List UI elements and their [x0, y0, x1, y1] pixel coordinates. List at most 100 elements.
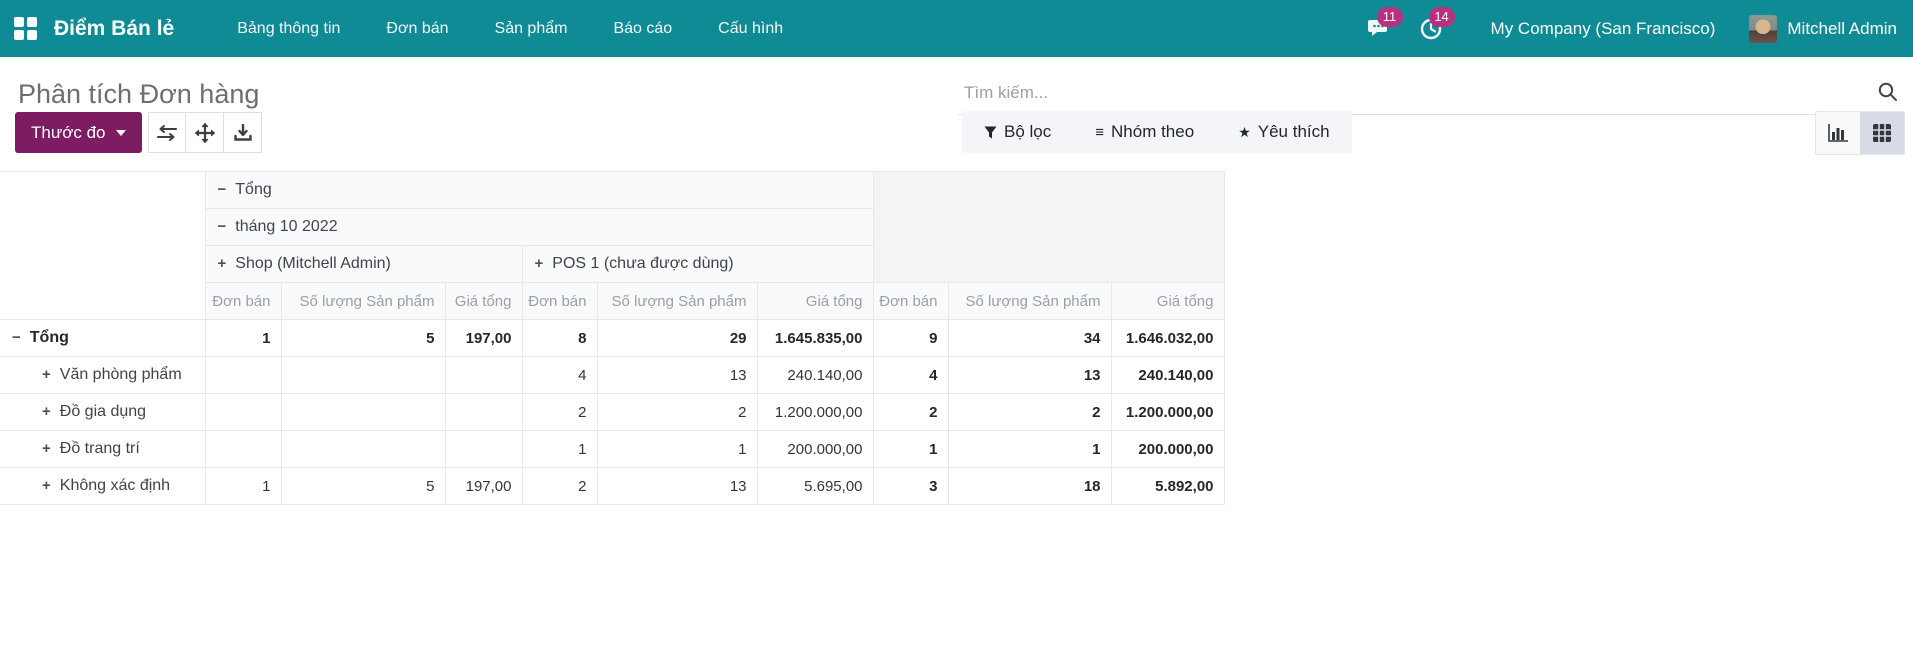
cell: 5 [280, 467, 446, 505]
cell: 29 [596, 319, 758, 357]
cell: 2 [521, 467, 598, 505]
cell [204, 393, 282, 431]
cell: 1 [872, 430, 949, 468]
apps-menu-icon[interactable] [14, 16, 38, 41]
flip-axis-button[interactable] [148, 112, 186, 153]
activities-count-badge: 14 [1428, 6, 1455, 27]
cell: 18 [947, 467, 1112, 505]
cell [280, 393, 446, 431]
menu-products[interactable]: Sản phẩm [472, 0, 591, 57]
measure-header[interactable]: Đơn bán [521, 282, 598, 320]
cell: 2 [596, 393, 758, 431]
cell: 2 [947, 393, 1112, 431]
cell: 1 [204, 467, 282, 505]
main-menu: Bảng thông tin Đơn bán Sản phẩm Báo cáo … [214, 0, 806, 57]
graph-view-button[interactable] [1816, 112, 1860, 154]
cell: 197,00 [444, 467, 523, 505]
download-xlsx-button[interactable] [224, 112, 262, 153]
measure-header[interactable]: Giá tổng [1110, 282, 1225, 320]
cell [280, 356, 446, 394]
cell: 197,00 [444, 319, 523, 357]
cell: 2 [872, 393, 949, 431]
pivot-corner-cell [0, 171, 206, 320]
cell: 4 [872, 356, 949, 394]
measure-header[interactable]: Số lượng Sản phẩm [280, 282, 446, 320]
row-header-total[interactable]: − Tổng [0, 319, 206, 357]
company-switcher[interactable]: My Company (San Francisco) [1491, 19, 1716, 39]
expand-all-icon [194, 122, 215, 143]
table-row: + Không xác định 1 5 197,00 2 13 5.695,00… [0, 467, 1225, 505]
flip-axis-icon [157, 124, 177, 141]
cell [444, 393, 523, 431]
user-menu[interactable]: Mitchell Admin [1749, 14, 1897, 43]
pivot-view-button[interactable] [1860, 112, 1904, 154]
table-row: + Đồ trang trí 1 1 200.000,00 1 1 200.000… [0, 430, 1225, 468]
measure-header[interactable]: Đơn bán [872, 282, 949, 320]
col-header-shop[interactable]: + Shop (Mitchell Admin) [204, 245, 523, 283]
favorites-label: Yêu thích [1257, 122, 1330, 141]
expand-icon: + [42, 403, 51, 420]
row-header-category[interactable]: + Văn phòng phẩm [0, 356, 206, 394]
expand-icon: + [42, 366, 51, 383]
cell: 1 [947, 430, 1112, 468]
col-header-pos1[interactable]: + POS 1 (chưa được dùng) [521, 245, 874, 283]
collapse-icon: − [217, 181, 227, 198]
menu-settings[interactable]: Cấu hình [695, 0, 806, 57]
col-header-total[interactable]: − Tổng [204, 171, 874, 209]
measure-header[interactable]: Giá tổng [756, 282, 874, 320]
search-input[interactable]: Tìm kiếm... [958, 71, 1905, 115]
collapse-icon: − [217, 218, 227, 235]
app-title[interactable]: Điểm Bán lẻ [54, 17, 174, 41]
measure-header[interactable]: Số lượng Sản phẩm [947, 282, 1112, 320]
expand-icon: + [217, 255, 227, 272]
pivot-table: − Tổng − tháng 10 2022 + Shop (Mitchell Adm… [0, 171, 1225, 505]
menu-reports[interactable]: Báo cáo [590, 0, 695, 57]
group-by-label: Nhóm theo [1111, 122, 1195, 141]
cell: 5.695,00 [756, 467, 874, 505]
group-by-button[interactable]: ≡ Nhóm theo [1095, 122, 1194, 142]
cell: 1.200.000,00 [1110, 393, 1225, 431]
col-header-month[interactable]: − tháng 10 2022 [204, 208, 874, 246]
search-filterbar: Bộ lọc ≡ Nhóm theo ★ Yêu thích [962, 111, 1352, 153]
cell: 8 [521, 319, 598, 357]
download-icon [233, 123, 252, 142]
group-by-icon: ≡ [1095, 123, 1105, 141]
favorites-button[interactable]: ★ Yêu thích [1238, 122, 1329, 142]
view-switcher [1815, 111, 1905, 155]
measure-header[interactable]: Số lượng Sản phẩm [596, 282, 758, 320]
filters-button[interactable]: Bộ lọc [984, 122, 1051, 142]
row-header-category[interactable]: + Đồ trang trí [0, 430, 206, 468]
user-name: Mitchell Admin [1787, 18, 1897, 38]
search-placeholder: Tìm kiếm... [964, 82, 1049, 102]
table-row: + Đồ gia dụng 2 2 1.200.000,00 2 2 1.200.… [0, 393, 1225, 431]
activities-button[interactable]: 14 [1409, 6, 1455, 49]
messages-button[interactable]: 11 [1357, 6, 1403, 49]
search-icon[interactable] [1877, 81, 1899, 103]
cell: 1 [204, 319, 282, 357]
star-icon: ★ [1238, 123, 1251, 140]
cell: 2 [521, 393, 598, 431]
filter-funnel-icon [984, 126, 997, 139]
cell: 5.892,00 [1110, 467, 1225, 505]
expand-all-button[interactable] [186, 112, 224, 153]
row-header-category[interactable]: + Đồ gia dụng [0, 393, 206, 431]
pivot-grid-icon [1872, 123, 1892, 143]
table-row: + Văn phòng phẩm 4 13 240.140,00 4 13 240… [0, 356, 1225, 394]
cell [444, 356, 523, 394]
bar-chart-icon [1827, 123, 1849, 143]
menu-dashboard[interactable]: Bảng thông tin [214, 0, 363, 57]
cell: 13 [596, 467, 758, 505]
cell [204, 356, 282, 394]
cell: 1.200.000,00 [756, 393, 874, 431]
control-panel: Phân tích Đơn hàng Tìm kiếm... Thước đo [0, 57, 1913, 169]
measure-header[interactable]: Đơn bán [204, 282, 282, 320]
cell [204, 430, 282, 468]
measure-header[interactable]: Giá tổng [444, 282, 523, 320]
cell: 1 [596, 430, 758, 468]
pivot-table-container: − Tổng − tháng 10 2022 + Shop (Mitchell Adm… [0, 171, 1225, 505]
row-header-category[interactable]: + Không xác định [0, 467, 206, 505]
measures-button[interactable]: Thước đo [15, 112, 142, 153]
menu-orders[interactable]: Đơn bán [363, 0, 471, 57]
cell [444, 430, 523, 468]
cell: 9 [872, 319, 949, 357]
